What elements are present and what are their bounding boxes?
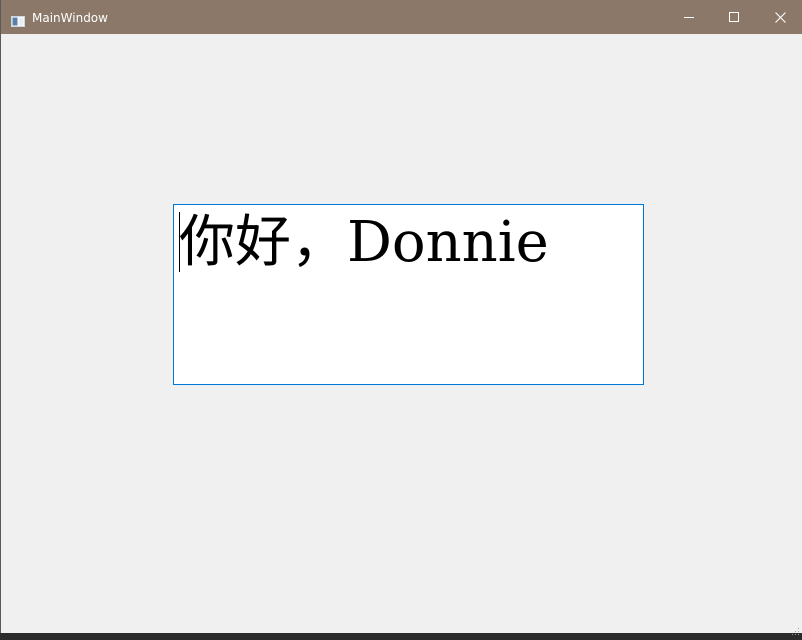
maximize-button[interactable] [711, 0, 757, 34]
text-edit[interactable]: 你好，Donnie [173, 204, 644, 385]
size-grip-icon[interactable] [790, 621, 800, 635]
app-window-icon [11, 12, 25, 27]
main-window: MainWindow 你好，Donnie [0, 0, 802, 635]
window-title: MainWindow [32, 11, 108, 25]
maximize-icon [729, 12, 739, 22]
minimize-icon [684, 12, 694, 22]
text-edit-content: 你好，Donnie [179, 210, 549, 275]
close-icon [774, 11, 786, 23]
minimize-button[interactable] [666, 0, 712, 34]
close-button[interactable] [757, 0, 802, 34]
title-bar[interactable]: MainWindow [1, 0, 802, 34]
